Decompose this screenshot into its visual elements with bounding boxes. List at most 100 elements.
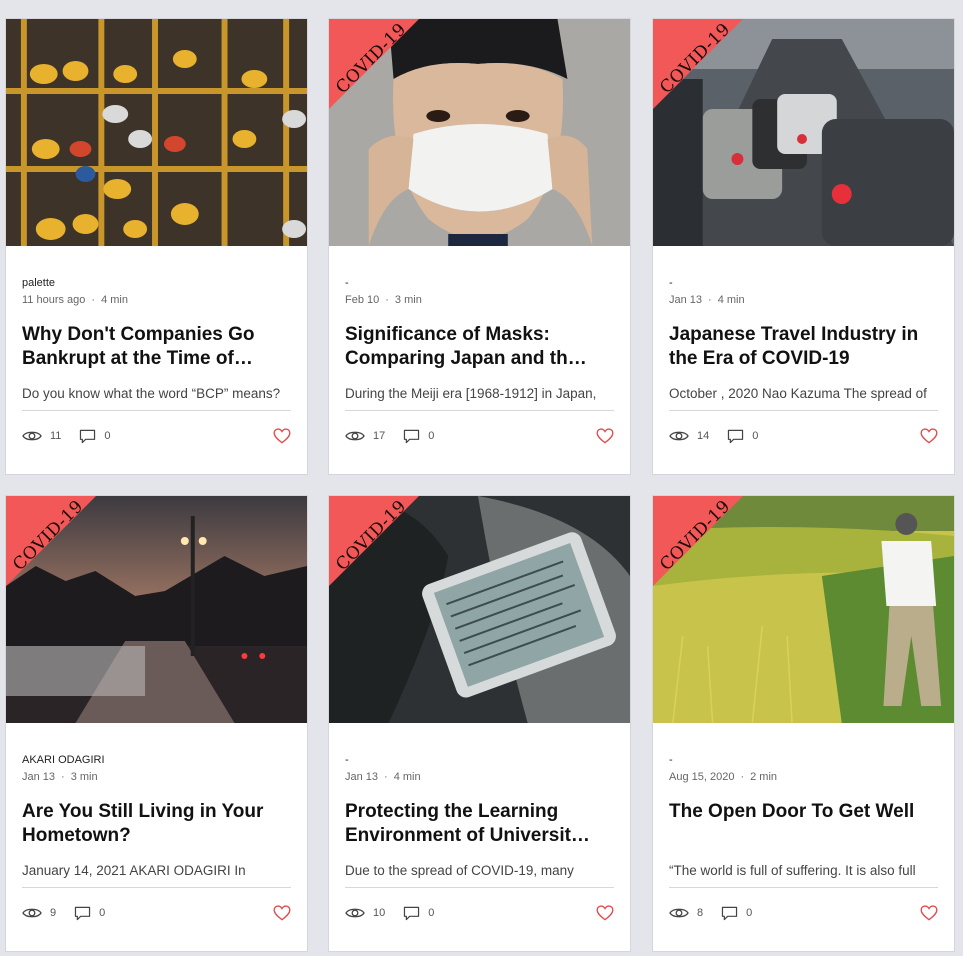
- comments-count[interactable]: 0: [403, 429, 434, 444]
- comment-icon: [79, 429, 96, 444]
- article-date: Feb 10: [345, 294, 380, 306]
- views-value: 11: [50, 430, 62, 442]
- comment-icon: [403, 906, 420, 921]
- comments-count[interactable]: 0: [727, 429, 758, 444]
- article-read-time: 4 min: [393, 771, 421, 783]
- article-author[interactable]: palette: [22, 276, 291, 290]
- article-stats: 17 0: [345, 411, 614, 461]
- article-card[interactable]: COVID-19 - Jan 13 · 4 min Japanese Travel …: [652, 18, 955, 475]
- eye-icon: [22, 429, 42, 443]
- article-excerpt: Do you know what the word “BCP” means?: [22, 386, 281, 401]
- article-date: Aug 15, 2020: [669, 771, 735, 783]
- article-image-bridge[interactable]: COVID-19: [6, 496, 307, 723]
- article-meta: Feb 10 · 3 min: [345, 293, 614, 307]
- article-excerpt: Due to the spread of COVID-19, many: [345, 863, 574, 878]
- article-meta: Jan 13 · 3 min: [22, 770, 291, 784]
- comments-count[interactable]: 0: [79, 429, 111, 444]
- article-title[interactable]: Japanese Travel Industry in the Era of C…: [669, 323, 938, 371]
- article-title[interactable]: Are You Still Living in Your Hometown?: [22, 800, 291, 848]
- article-meta: Aug 15, 2020 · 2 min: [669, 770, 938, 784]
- comments-count[interactable]: 0: [721, 906, 752, 921]
- article-image-tablet[interactable]: COVID-19: [329, 496, 630, 723]
- article-excerpt: January 14, 2021 AKARI ODAGIRI In: [22, 863, 246, 878]
- article-title[interactable]: Protecting the Learning Environment of U…: [345, 800, 614, 848]
- article-title[interactable]: Significance of Masks: Comparing Japan a…: [345, 323, 614, 371]
- article-title[interactable]: Why Don't Companies Go Bankrupt at the T…: [22, 323, 291, 371]
- article-stats: 9 0: [22, 888, 291, 938]
- article-author[interactable]: AKARI ODAGIRI: [22, 753, 291, 767]
- like-button[interactable]: [596, 428, 614, 444]
- like-button[interactable]: [273, 428, 291, 444]
- article-date: 11 hours ago: [22, 294, 86, 306]
- article-stats: 10 0: [345, 888, 614, 938]
- article-stats: 8 0: [669, 888, 938, 938]
- comments-value: 0: [752, 430, 759, 442]
- article-read-time: 2 min: [750, 771, 778, 783]
- article-card[interactable]: COVID-19 - Jan 13 · 4 min Protecting the L…: [328, 495, 631, 952]
- article-date: Jan 13: [669, 294, 703, 306]
- article-author[interactable]: -: [669, 753, 938, 767]
- article-image-traffic[interactable]: COVID-19: [653, 19, 954, 246]
- article-image-field[interactable]: COVID-19: [653, 496, 954, 723]
- heart-icon[interactable]: [920, 428, 938, 444]
- views-value: 14: [697, 430, 710, 442]
- article-read-time: 3 min: [70, 771, 98, 783]
- views-count: 9: [22, 906, 56, 920]
- article-meta: Jan 13 · 4 min: [345, 770, 614, 784]
- comments-count[interactable]: 0: [74, 906, 105, 921]
- meta-separator: ·: [384, 771, 388, 783]
- article-read-time: 4 min: [101, 294, 128, 306]
- article-image-hardhats[interactable]: [6, 19, 307, 246]
- article-excerpt: October , 2020 Nao Kazuma The spread of: [669, 386, 927, 401]
- heart-icon[interactable]: [920, 905, 938, 921]
- article-read-time: 4 min: [717, 294, 745, 306]
- heart-icon[interactable]: [273, 428, 291, 444]
- eye-icon: [22, 906, 42, 920]
- views-count: 14: [669, 429, 709, 443]
- article-read-time: 3 min: [394, 294, 422, 306]
- heart-icon[interactable]: [596, 428, 614, 444]
- comments-value: 0: [428, 430, 435, 442]
- comments-value: 0: [428, 907, 435, 919]
- article-card[interactable]: COVID-19 AKARI ODAGIRI Jan 13 · 3 min Are …: [5, 495, 308, 952]
- like-button[interactable]: [920, 428, 938, 444]
- views-value: 8: [697, 907, 704, 919]
- like-button[interactable]: [273, 905, 291, 921]
- article-meta: 11 hours ago · 4 min: [22, 293, 291, 307]
- article-card[interactable]: COVID-19 - Aug 15, 2020 · 2 min The Open D…: [652, 495, 955, 952]
- article-date: Jan 13: [22, 771, 56, 783]
- comment-icon: [721, 906, 738, 921]
- article-meta: Jan 13 · 4 min: [669, 293, 938, 307]
- heart-icon[interactable]: [273, 905, 291, 921]
- meta-separator: ·: [61, 771, 65, 783]
- comment-icon: [403, 429, 420, 444]
- article-date: Jan 13: [345, 771, 379, 783]
- like-button[interactable]: [920, 905, 938, 921]
- like-button[interactable]: [596, 905, 614, 921]
- views-count: 10: [345, 906, 385, 920]
- eye-icon: [345, 429, 365, 443]
- article-card[interactable]: palette 11 hours ago · 4 min Why Don't Com…: [5, 18, 308, 475]
- article-author[interactable]: -: [345, 276, 614, 290]
- eye-icon: [669, 906, 689, 920]
- article-title[interactable]: The Open Door To Get Well: [669, 800, 938, 848]
- views-count: 11: [22, 429, 61, 443]
- article-card[interactable]: COVID-19 - Feb 10 · 3 min Significance of …: [328, 18, 631, 475]
- views-value: 10: [373, 907, 386, 919]
- article-author[interactable]: -: [669, 276, 938, 290]
- eye-icon: [345, 906, 365, 920]
- heart-icon[interactable]: [596, 905, 614, 921]
- views-value: 9: [50, 907, 57, 919]
- comments-value: 0: [104, 430, 111, 442]
- views-value: 17: [373, 430, 386, 442]
- article-author[interactable]: -: [345, 753, 614, 767]
- comments-count[interactable]: 0: [403, 906, 434, 921]
- article-image-mask[interactable]: COVID-19: [329, 19, 630, 246]
- article-stats: 14 0: [669, 411, 938, 461]
- eye-icon: [669, 429, 689, 443]
- comments-value: 0: [746, 907, 753, 919]
- comment-icon: [727, 429, 744, 444]
- article-stats: 11 0: [22, 411, 291, 461]
- meta-separator: ·: [740, 771, 745, 783]
- meta-separator: ·: [385, 294, 389, 306]
